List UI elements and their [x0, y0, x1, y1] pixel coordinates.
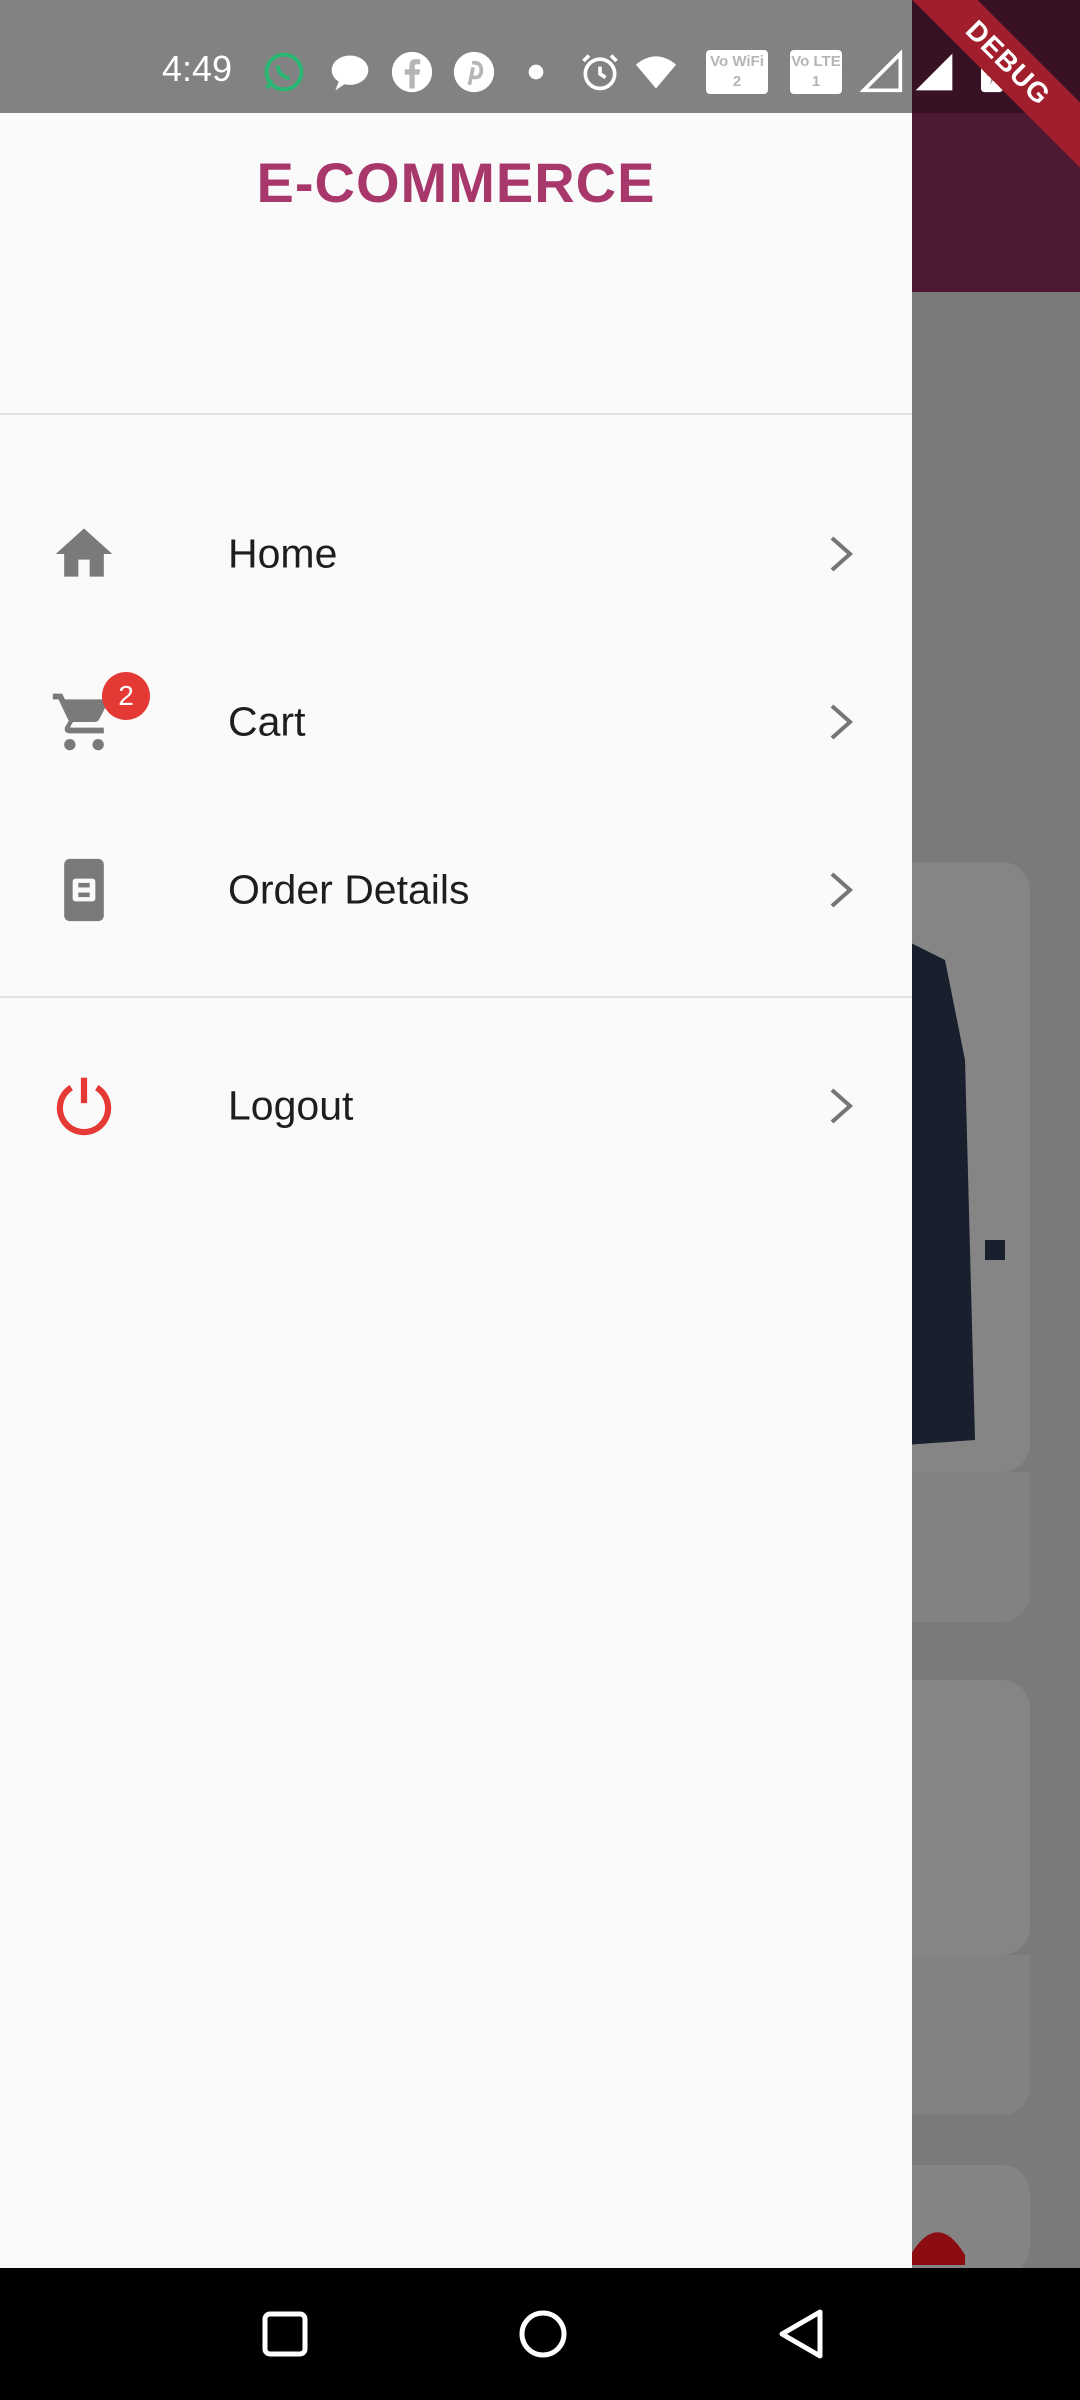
- menu-item-cart[interactable]: Cart: [0, 638, 912, 806]
- alarm-icon: [582, 54, 618, 91]
- menu-item-label: Logout: [228, 1082, 354, 1129]
- drawer-title: E-COMMERCE: [256, 151, 656, 214]
- status-time: 4:49: [162, 48, 233, 89]
- recents-button[interactable]: [245, 2294, 325, 2374]
- cart-count-badge: 2: [102, 672, 150, 720]
- menu-item-order-details[interactable]: Order Details: [0, 806, 912, 974]
- menu-item-label: Home: [228, 530, 338, 577]
- vowifi-icon: Vo WiFi 2: [706, 50, 768, 94]
- status-bar: 4:49 Vo WiFi 2 Vo LTE 1: [0, 0, 1080, 113]
- system-navigation-bar: [0, 2268, 1080, 2400]
- order-details-icon: [64, 858, 104, 922]
- menu-item-label: Cart: [228, 698, 306, 745]
- signal-icon: [860, 50, 903, 93]
- chevron-right-icon: [830, 1088, 854, 1124]
- pinterest-icon: [453, 51, 495, 93]
- product-image-jacket: [905, 940, 1005, 1445]
- back-button[interactable]: [762, 2294, 842, 2374]
- chevron-right-icon: [830, 872, 854, 908]
- signal-icon: [915, 53, 953, 91]
- power-icon: [56, 1077, 112, 1136]
- chevron-right-icon: [830, 704, 854, 740]
- home-icon: [55, 528, 113, 577]
- menu-item-home[interactable]: Home: [0, 470, 912, 638]
- volte-icon: Vo LTE 1: [790, 50, 842, 94]
- message-icon: [331, 55, 369, 91]
- dot-icon: [528, 64, 544, 80]
- menu-item-label: Order Details: [228, 866, 470, 913]
- chevron-right-icon: [830, 536, 854, 572]
- home-button[interactable]: [503, 2294, 583, 2374]
- menu-divider: [0, 996, 912, 998]
- product-image: [905, 2232, 965, 2265]
- facebook-icon: [391, 51, 433, 93]
- whatsapp-icon: [264, 52, 304, 92]
- menu-item-logout[interactable]: Logout: [0, 1022, 912, 1190]
- navigation-drawer: E-COMMERCE Home Cart 2 Order Details Log…: [0, 0, 912, 2268]
- wifi-icon: [635, 56, 677, 89]
